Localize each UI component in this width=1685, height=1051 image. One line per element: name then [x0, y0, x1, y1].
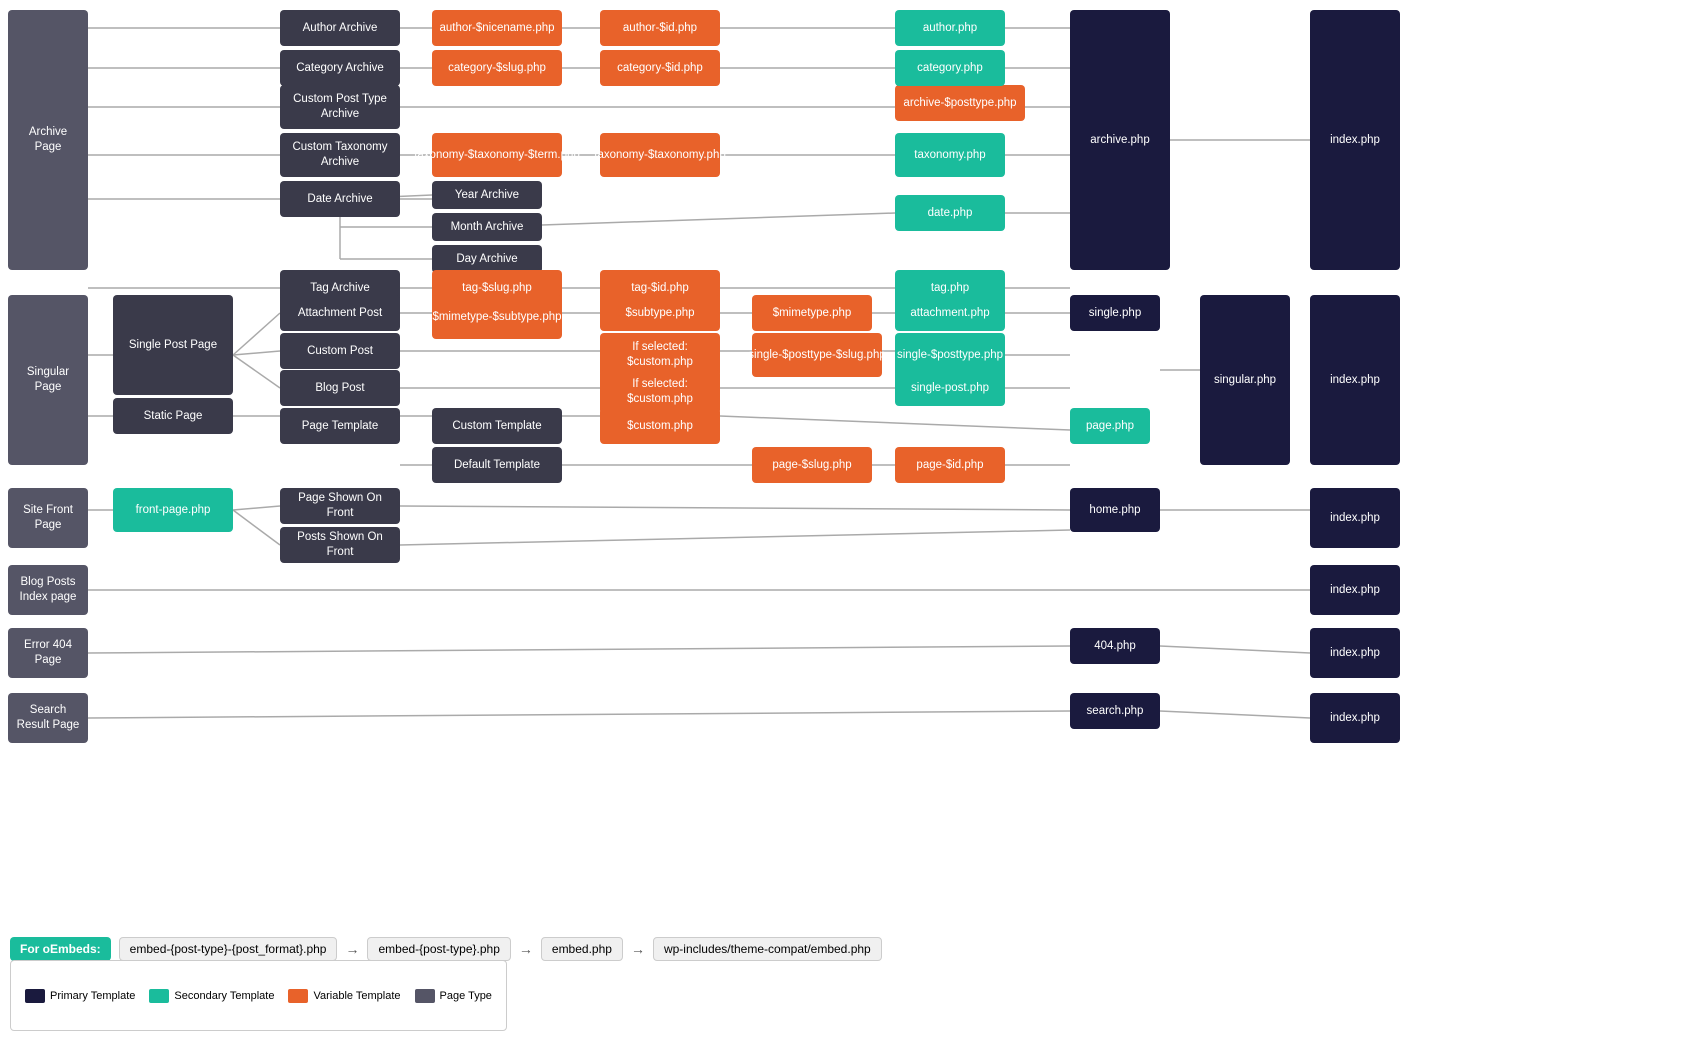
category-php-node: category.php [895, 50, 1005, 86]
legend-secondary-label: Secondary Template [174, 990, 274, 1002]
archive-posttype-node: archive-$posttype.php [895, 85, 1025, 121]
index-php-front-node: index.php [1310, 488, 1400, 548]
error-404-label: Error 404 Page [8, 628, 88, 678]
page-shown-on-front-node: Page Shown On Front [280, 488, 400, 524]
author-php-node: author.php [895, 10, 1005, 46]
date-archive-node: Date Archive [280, 181, 400, 217]
single-posttype-slug-node: single-$posttype-$slug.php [752, 333, 882, 377]
category-archive-node: Category Archive [280, 50, 400, 86]
connector-lines [0, 0, 1685, 1051]
arrow-3: → [631, 941, 645, 957]
oembeds-label: For oEmbeds: [10, 937, 111, 961]
custom-template-node: Custom Template [432, 408, 562, 444]
page-id-node: page-$id.php [895, 447, 1005, 483]
attachment-php-node: attachment.php [895, 295, 1005, 331]
author-id-node: author-$id.php [600, 10, 720, 46]
archive-page-label: Archive Page [8, 10, 88, 270]
custom-post-node: Custom Post [280, 333, 400, 369]
index-php-singular-node: index.php [1310, 295, 1400, 465]
taxonomy-slug-term-node: taxonomy-$taxonomy-$term.php [432, 133, 562, 177]
archive-php-node: archive.php [1070, 10, 1170, 270]
subtype-php-node: $subtype.php [600, 295, 720, 331]
author-nicename-node: author-$nicename.php [432, 10, 562, 46]
single-php-node: single.php [1070, 295, 1160, 331]
singular-php-node: singular.php [1200, 295, 1290, 465]
page-php-node: page.php [1070, 408, 1150, 444]
legend-variable-label: Variable Template [313, 990, 400, 1002]
legend-primary: Primary Template [25, 989, 135, 1003]
page-template-node: Page Template [280, 408, 400, 444]
category-id-node: category-$id.php [600, 50, 720, 86]
oembed-item-0: embed-{post-type}-{post_format}.php [119, 937, 338, 961]
index-php-search-node: index.php [1310, 693, 1400, 743]
attachment-post-node: Attachment Post [280, 295, 400, 331]
single-post-page-node: Single Post Page [113, 295, 233, 395]
posts-shown-on-front-node: Posts Shown On Front [280, 527, 400, 563]
search-result-label: Search Result Page [8, 693, 88, 743]
taxonomy-php-node: taxonomy.php [895, 133, 1005, 177]
oembed-item-2: embed.php [541, 937, 623, 961]
index-php-blog-node: index.php [1310, 565, 1400, 615]
legend-primary-label: Primary Template [50, 990, 135, 1002]
page-slug-node: page-$slug.php [752, 447, 872, 483]
author-archive-node: Author Archive [280, 10, 400, 46]
legend: Primary Template Secondary Template Vari… [10, 960, 507, 1031]
main-container: Archive Page Author Archive Category Arc… [0, 0, 1685, 1051]
legend-secondary: Secondary Template [149, 989, 274, 1003]
mimetype-php-node: $mimetype.php [752, 295, 872, 331]
arrow-2: → [519, 941, 533, 957]
custom-post-type-archive-node: Custom Post Type Archive [280, 85, 400, 129]
front-page-php-node: front-page.php [113, 488, 233, 532]
singular-page-label: Singular Page [8, 295, 88, 465]
index-php-archive-node: index.php [1310, 10, 1400, 270]
oembed-item-3: wp-includes/theme-compat/embed.php [653, 937, 882, 961]
month-archive-node: Month Archive [432, 213, 542, 241]
taxonomy-slug-node: taxonomy-$taxonomy.php [600, 133, 720, 177]
legend-page-type-label: Page Type [440, 990, 492, 1002]
legend-variable: Variable Template [288, 989, 400, 1003]
static-page-node: Static Page [113, 398, 233, 434]
day-archive-node: Day Archive [432, 245, 542, 273]
oembed-item-1: embed-{post-type}.php [367, 937, 510, 961]
single-post-php-node: single-post.php [895, 370, 1005, 406]
index-php-404-node: index.php [1310, 628, 1400, 678]
year-archive-node: Year Archive [432, 181, 542, 209]
custom-taxonomy-archive-node: Custom Taxonomy Archive [280, 133, 400, 177]
category-slug-node: category-$slug.php [432, 50, 562, 86]
default-template-node: Default Template [432, 447, 562, 483]
oembeds-bar: For oEmbeds: embed-{post-type}-{post_for… [10, 937, 882, 961]
site-front-page-label: Site Front Page [8, 488, 88, 548]
date-php-node: date.php [895, 195, 1005, 231]
mimetype-subtype-node: $mimetype-$subtype.php [432, 295, 562, 339]
legend-page-type: Page Type [415, 989, 492, 1003]
home-php-node: home.php [1070, 488, 1160, 532]
search-php-node: search.php [1070, 693, 1160, 729]
blog-post-node: Blog Post [280, 370, 400, 406]
custom-php-node: $custom.php [600, 408, 720, 444]
arrow-1: → [345, 941, 359, 957]
404-php-node: 404.php [1070, 628, 1160, 664]
blog-posts-index-label: Blog Posts Index page [8, 565, 88, 615]
